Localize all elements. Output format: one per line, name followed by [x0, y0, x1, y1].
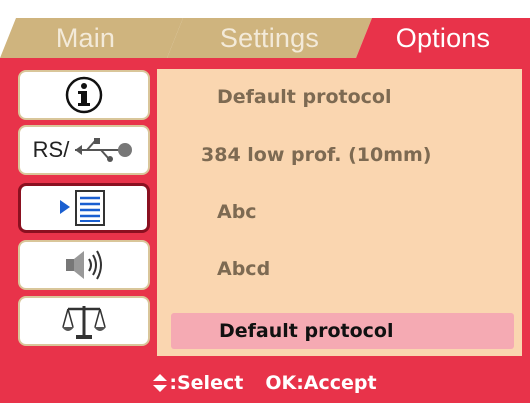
option-label: 384 low prof. (10mm)	[201, 144, 432, 166]
rs-connection-icon	[75, 138, 133, 162]
sidebar-item-balance[interactable]	[18, 296, 150, 346]
option-item[interactable]: Abc	[157, 193, 522, 231]
option-item[interactable]: 384 low prof. (10mm)	[157, 136, 522, 174]
tab-main-label: Main	[55, 22, 116, 53]
tab-bar: Main Settings Options	[0, 0, 530, 58]
tab-options-label: Options	[395, 22, 491, 53]
sidebar-item-protocol-list[interactable]	[18, 183, 150, 233]
balance-scale-icon	[62, 306, 106, 339]
option-label: Default protocol	[219, 320, 394, 342]
list-icon	[60, 190, 105, 226]
option-item[interactable]: Default protocol	[157, 78, 522, 116]
option-item-highlighted[interactable]: Default protocol	[171, 313, 514, 349]
tab-settings-label: Settings	[219, 22, 320, 53]
option-label: Default protocol	[217, 86, 392, 108]
sidebar-rs-label: RS/	[32, 137, 70, 162]
sidebar-item-info[interactable]	[18, 70, 150, 120]
device-screen: Main Settings Options RS/ Default protoc…	[0, 0, 530, 403]
tab-settings[interactable]: Settings	[167, 18, 372, 58]
option-label: Abcd	[217, 258, 271, 280]
tab-options[interactable]: Options	[356, 18, 530, 58]
options-panel: Default protocol 384 low prof. (10mm) Ab…	[157, 69, 522, 356]
info-icon	[65, 76, 103, 114]
speaker-icon	[66, 250, 102, 280]
select-hint: :Select	[169, 371, 244, 394]
sidebar-item-sound[interactable]	[18, 240, 150, 290]
up-down-arrow-icon	[153, 373, 168, 392]
option-label: Abc	[217, 201, 257, 223]
accept-hint: OK:Accept	[265, 371, 377, 394]
option-item[interactable]: Abcd	[157, 250, 522, 288]
footer-hint-bar: :Select OK:Accept	[0, 362, 530, 403]
sidebar-item-rs-connection[interactable]: RS/	[18, 125, 150, 175]
tab-main[interactable]: Main	[0, 18, 183, 58]
